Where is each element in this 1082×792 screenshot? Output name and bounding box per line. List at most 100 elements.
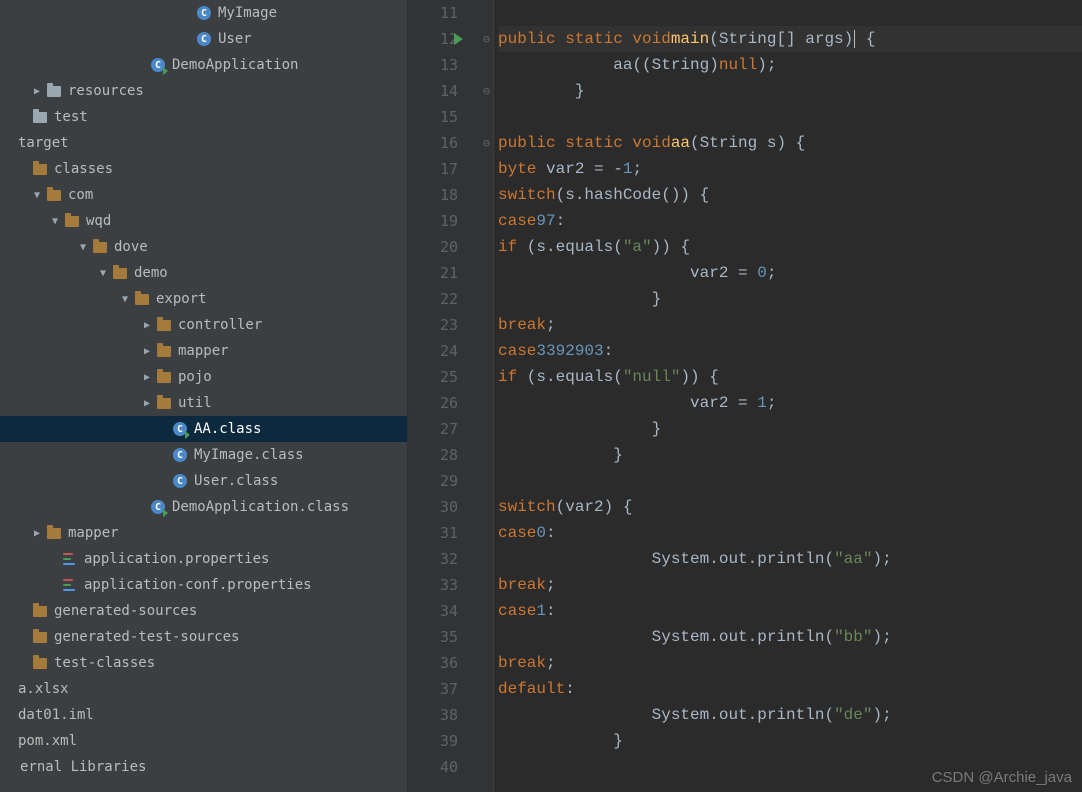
fold-marker [480,0,493,26]
tree-item[interactable]: ▶resources [0,78,407,104]
code-line[interactable]: break; [498,312,1082,338]
folder-icon [156,369,172,385]
code-line[interactable]: byte var2 = -1; [498,156,1082,182]
expand-arrow-icon[interactable]: ▶ [140,346,154,357]
fold-marker[interactable]: ⊖ [480,130,493,156]
expand-arrow-icon[interactable]: ▼ [48,216,62,227]
expand-arrow-icon[interactable]: ▶ [140,398,154,409]
tree-item[interactable]: ▼wqd [0,208,407,234]
code-line[interactable]: break; [498,650,1082,676]
fold-marker [480,286,493,312]
tree-item[interactable]: ▶ util [0,390,407,416]
fold-column[interactable]: ⊖ ⊖ ⊖ [480,0,494,792]
folder-icon [92,239,108,255]
code-line[interactable]: System.out.println("bb"); [498,624,1082,650]
fold-marker [480,208,493,234]
tree-item[interactable]: ernal Libraries [0,754,407,780]
code-line[interactable] [498,0,1082,26]
tree-item[interactable]: test-classes [0,650,407,676]
line-number: 29 [408,468,480,494]
code-line[interactable] [498,468,1082,494]
properties-icon [62,551,78,567]
tree-item[interactable]: CMyImage [0,0,407,26]
tree-item[interactable]: generated-sources [0,598,407,624]
tree-item[interactable]: classes [0,156,407,182]
tree-item[interactable]: ▶pojo [0,364,407,390]
fold-marker[interactable]: ⊖ [480,26,493,52]
fold-marker[interactable]: ⊖ [480,78,493,104]
code-line[interactable]: case 1: [498,598,1082,624]
folder-icon [32,109,48,125]
tree-item[interactable]: ▼demo [0,260,407,286]
code-line[interactable]: if (s.equals("a")) { [498,234,1082,260]
code-line[interactable]: case 97: [498,208,1082,234]
code-line[interactable]: } [498,442,1082,468]
expand-arrow-icon[interactable]: ▶ [140,320,154,331]
code-line[interactable]: if (s.equals("null")) { [498,364,1082,390]
tree-item[interactable]: ▶mapper [0,520,407,546]
code-line[interactable]: System.out.println("aa"); [498,546,1082,572]
fold-marker [480,312,493,338]
tree-item-label: export [156,291,207,307]
project-tree[interactable]: CMyImageCUserCDemoApplication▶resources t… [0,0,408,792]
expand-arrow-icon[interactable]: ▼ [30,190,44,201]
line-number: 40 [408,754,480,780]
code-line[interactable]: default: [498,676,1082,702]
tree-item[interactable]: CMyImage.class [0,442,407,468]
fold-marker [480,598,493,624]
code-line[interactable] [498,104,1082,130]
fold-marker [480,52,493,78]
tree-item[interactable]: ▶mapper [0,338,407,364]
line-number: 19 [408,208,480,234]
code-line[interactable]: var2 = 1; [498,390,1082,416]
tree-item[interactable]: CUser [0,26,407,52]
code-area[interactable]: public static void main(String[] args) {… [494,0,1082,792]
code-line[interactable]: case 0: [498,520,1082,546]
tree-item[interactable]: generated-test-sources [0,624,407,650]
code-line[interactable]: } [498,416,1082,442]
code-line[interactable]: var2 = 0; [498,260,1082,286]
code-line[interactable]: case 3392903: [498,338,1082,364]
code-line[interactable]: switch(var2) { [498,494,1082,520]
expand-arrow-icon[interactable]: ▼ [118,294,132,305]
tree-item[interactable]: test [0,104,407,130]
tree-item[interactable]: ▶controller [0,312,407,338]
class-icon: C [196,31,212,47]
tree-item[interactable]: application-conf.properties [0,572,407,598]
code-line[interactable]: public static void main(String[] args) { [498,26,1082,52]
tree-item[interactable]: CAA.class [0,416,407,442]
tree-item[interactable]: pom.xml [0,728,407,754]
tree-item-label: util [178,395,212,411]
run-gutter-icon[interactable]: 12 [408,26,480,52]
tree-item[interactable]: ▼ export [0,286,407,312]
tree-item[interactable]: CDemoApplication.class [0,494,407,520]
class-icon: C [172,447,188,463]
code-line[interactable]: System.out.println("de"); [498,702,1082,728]
code-line[interactable]: } [498,728,1082,754]
code-line[interactable]: } [498,286,1082,312]
code-line[interactable]: break; [498,572,1082,598]
fold-marker [480,416,493,442]
expand-arrow-icon[interactable]: ▶ [30,528,44,539]
expand-arrow-icon[interactable]: ▶ [140,372,154,383]
tree-item[interactable]: CDemoApplication [0,52,407,78]
tree-item-label: target [18,135,69,151]
tree-item[interactable]: dat01.iml [0,702,407,728]
code-line[interactable]: public static void aa(String s) { [498,130,1082,156]
expand-arrow-icon[interactable]: ▼ [76,242,90,253]
tree-item[interactable]: ▼com [0,182,407,208]
tree-item[interactable]: application.properties [0,546,407,572]
fold-marker [480,624,493,650]
expand-arrow-icon[interactable]: ▼ [96,268,110,279]
code-line[interactable]: switch(s.hashCode()) { [498,182,1082,208]
tree-item[interactable]: a.xlsx [0,676,407,702]
tree-item[interactable]: CUser.class [0,468,407,494]
code-line[interactable]: aa((String)null); [498,52,1082,78]
code-line[interactable]: } [498,78,1082,104]
expand-arrow-icon[interactable]: ▶ [30,86,44,97]
line-number: 27 [408,416,480,442]
tree-item[interactable]: ▼dove [0,234,407,260]
tree-item-label: test [54,109,88,125]
tree-item[interactable]: target [0,130,407,156]
tree-item-label: ernal Libraries [20,759,146,775]
